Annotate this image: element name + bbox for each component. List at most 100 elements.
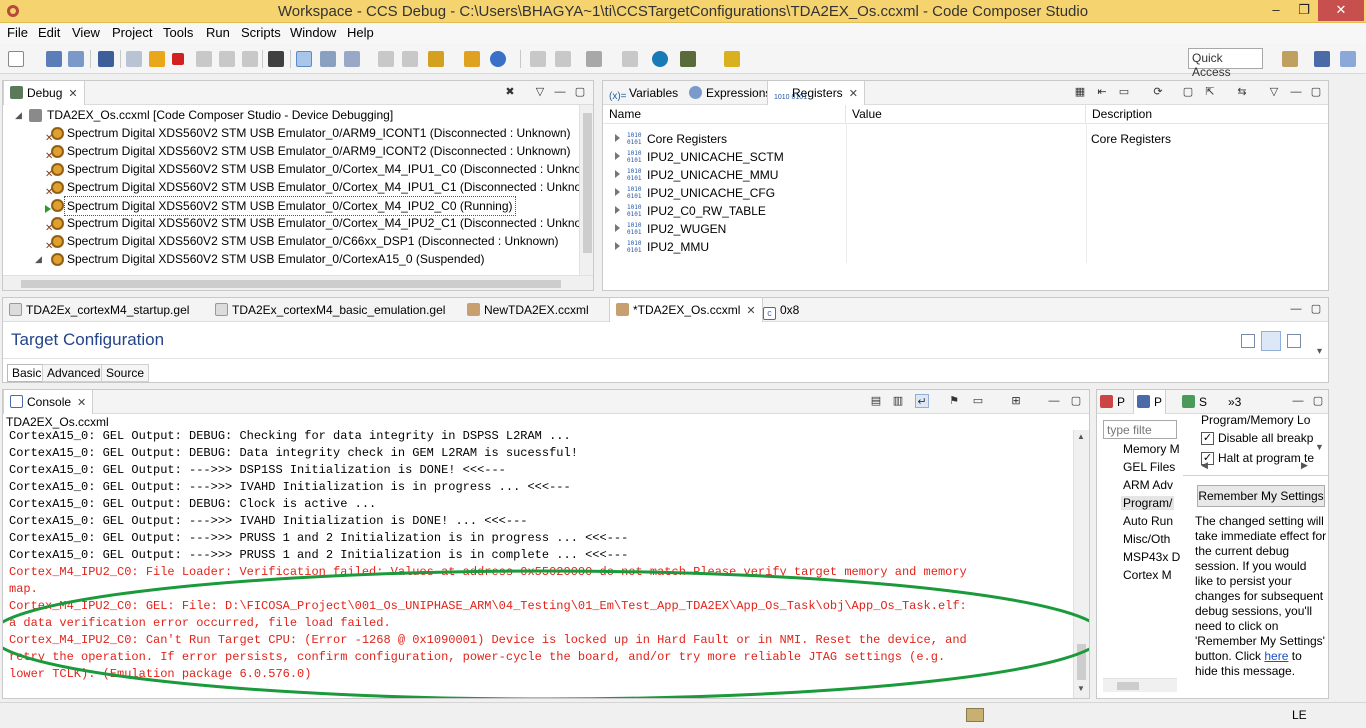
ccs-debug-perspective-icon[interactable]: [1314, 51, 1330, 67]
minimize-view-icon[interactable]: —: [1291, 394, 1305, 408]
expand-toggle-icon[interactable]: ◢: [35, 250, 42, 268]
menu-tools[interactable]: Tools: [163, 25, 193, 40]
debug-view-icon[interactable]: [98, 51, 114, 67]
tab-overflow[interactable]: »3: [1225, 390, 1244, 414]
minimize-view-icon[interactable]: —: [1289, 85, 1303, 99]
tab-debug[interactable]: Debug ✕: [3, 81, 85, 105]
format-icon[interactable]: ▦: [1073, 85, 1087, 99]
expand-arrow-icon[interactable]: [615, 188, 620, 196]
tab-expressions[interactable]: Expressions: [683, 81, 777, 105]
new-console-icon[interactable]: ⊞: [1009, 394, 1023, 408]
target-status-icon[interactable]: [966, 708, 984, 722]
remove-terminated-icon[interactable]: ✖: [503, 85, 517, 99]
new-window-icon[interactable]: ▢: [1181, 85, 1195, 99]
layout-horizontal-icon[interactable]: [1241, 334, 1255, 348]
terminate-icon[interactable]: [172, 53, 184, 65]
step-over-icon[interactable]: [219, 51, 235, 67]
close-tab-icon[interactable]: ✕: [77, 396, 86, 409]
register-row[interactable]: 1010 0101 Core Registers Core Registers: [603, 130, 1328, 148]
scroll-lock-icon[interactable]: ▥: [891, 394, 905, 408]
filter-input[interactable]: [1103, 420, 1177, 439]
register-row[interactable]: 1010 0101 IPU2_C0_RW_TABLE: [603, 202, 1328, 220]
close-tab-icon[interactable]: ✕: [849, 87, 858, 100]
preference-category-item[interactable]: Memory M: [1123, 442, 1180, 456]
pin-view-icon[interactable]: ⇱: [1203, 85, 1217, 99]
menu-help[interactable]: Help: [347, 25, 374, 40]
column-name[interactable]: Name: [603, 105, 846, 123]
layout-single-icon[interactable]: [1287, 334, 1301, 348]
scroll-left-icon[interactable]: ◀: [1201, 460, 1208, 471]
register-row[interactable]: 1010 0101 IPU2_UNICACHE_MMU: [603, 166, 1328, 184]
debug-vertical-scrollbar[interactable]: [579, 105, 593, 275]
expand-toggle-icon[interactable]: ◢: [15, 106, 22, 124]
hide-message-link[interactable]: here: [1264, 649, 1288, 663]
restore-button[interactable]: ❐: [1290, 0, 1318, 21]
register-row[interactable]: 1010 0101 IPU2_UNICACHE_SCTM: [603, 148, 1328, 166]
run-icon[interactable]: [464, 51, 480, 67]
tab-startup-gel[interactable]: TDA2Ex_cortexM4_startup.gel: [3, 298, 195, 322]
external-tools-icon[interactable]: [530, 51, 546, 67]
maximize-editor-icon[interactable]: ▢: [1309, 302, 1323, 316]
minimize-columns-icon[interactable]: ▭: [1117, 85, 1131, 99]
restart-icon[interactable]: [378, 51, 394, 67]
debug-launch-icon[interactable]: [490, 51, 506, 67]
quick-access-field[interactable]: Quick Access: [1188, 48, 1263, 79]
memory-grid-icon[interactable]: [268, 51, 284, 67]
target-icon[interactable]: [680, 51, 696, 67]
preference-category-item[interactable]: ARM Adv: [1123, 478, 1173, 492]
minimize-view-icon[interactable]: —: [1047, 394, 1061, 408]
search-icon[interactable]: [652, 51, 668, 67]
tab-tda2ex-os-ccxml[interactable]: *TDA2EX_Os.ccxml ✕: [609, 298, 763, 322]
new-icon[interactable]: [8, 51, 24, 67]
reset-icon[interactable]: [344, 51, 360, 67]
remember-settings-button[interactable]: Remember My Settings: [1197, 485, 1325, 507]
tab-newtda2ex-ccxml[interactable]: NewTDA2EX.ccxml: [461, 298, 595, 322]
maximize-view-icon[interactable]: ▢: [1309, 85, 1323, 99]
pin-icon[interactable]: [724, 51, 740, 67]
scroll-down-icon[interactable]: ▼: [1315, 442, 1324, 452]
maximize-view-icon[interactable]: ▢: [573, 85, 587, 99]
tab-console[interactable]: Console ✕: [3, 390, 94, 414]
refresh-icon[interactable]: [555, 51, 571, 67]
menu-project[interactable]: Project: [112, 25, 152, 40]
tab-s[interactable]: S: [1179, 390, 1210, 414]
preference-category-item[interactable]: Cortex M: [1123, 568, 1172, 582]
load-program-icon[interactable]: [320, 51, 336, 67]
save-icon[interactable]: [46, 51, 62, 67]
expand-arrow-icon[interactable]: [615, 134, 620, 142]
column-description[interactable]: Description: [1086, 105, 1328, 123]
menu-run[interactable]: Run: [206, 25, 230, 40]
subtab-source[interactable]: Source: [101, 364, 150, 382]
close-tab-icon[interactable]: ✕: [746, 304, 755, 317]
hammer-icon[interactable]: [586, 51, 602, 67]
expand-arrow-icon[interactable]: [615, 242, 620, 250]
close-window-button[interactable]: ✕: [1318, 0, 1364, 21]
preference-category-item[interactable]: Auto Run: [1123, 514, 1173, 528]
preference-category-item[interactable]: MSP43x D: [1123, 550, 1180, 564]
preference-category-item[interactable]: Program/: [1121, 496, 1175, 510]
minimize-button[interactable]: –: [1262, 0, 1290, 21]
register-row[interactable]: 1010 0101 IPU2_WUGEN: [603, 220, 1328, 238]
maximize-view-icon[interactable]: ▢: [1311, 394, 1325, 408]
save-all-icon[interactable]: [68, 51, 84, 67]
expand-arrow-icon[interactable]: [615, 206, 620, 214]
expand-arrow-icon[interactable]: [615, 170, 620, 178]
menu-view[interactable]: View: [72, 25, 100, 40]
pin-console-icon[interactable]: ⚑: [947, 394, 961, 408]
step-return-icon[interactable]: [242, 51, 258, 67]
tab-variables[interactable]: (x)= Variables: [603, 81, 684, 105]
view-menu-icon[interactable]: ▽: [533, 85, 547, 99]
register-row[interactable]: 1010 0101 IPU2_UNICACHE_CFG: [603, 184, 1328, 202]
menu-scripts[interactable]: Scripts: [241, 25, 281, 40]
debug-horizontal-scrollbar[interactable]: [3, 275, 593, 290]
menu-window[interactable]: Window: [290, 25, 336, 40]
column-value[interactable]: Value: [846, 105, 1086, 123]
tab-registers[interactable]: 1010 0101Registers ✕: [767, 81, 865, 105]
suspend-icon[interactable]: [149, 51, 165, 67]
prefs-list-scrollbar[interactable]: [1103, 678, 1177, 692]
menu-edit[interactable]: Edit: [38, 25, 60, 40]
resume-icon[interactable]: [126, 51, 142, 67]
word-wrap-icon[interactable]: ↵: [915, 394, 929, 408]
scroll-right-icon[interactable]: ▶: [1301, 460, 1308, 471]
tab-p2[interactable]: P: [1133, 390, 1167, 414]
